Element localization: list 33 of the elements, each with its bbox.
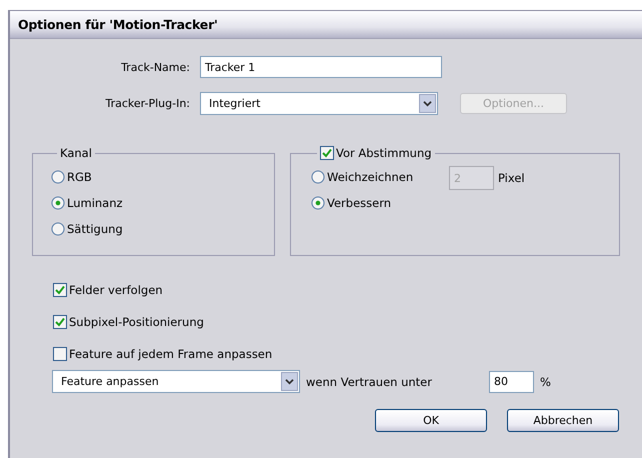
- group-title: Kanal: [59, 146, 93, 160]
- ok-button[interactable]: OK: [375, 409, 487, 432]
- dropdown[interactable]: Feature anpassen: [52, 370, 300, 393]
- checkbox[interactable]: [320, 146, 334, 160]
- option-label: RGB: [67, 170, 92, 184]
- radio-button[interactable]: [311, 170, 325, 184]
- window-title: Optionen für 'Motion-Tracker': [10, 11, 642, 39]
- radio-button[interactable]: [51, 170, 65, 184]
- radio-button[interactable]: [51, 222, 65, 236]
- checkbox[interactable]: [53, 346, 67, 360]
- checkbox[interactable]: [53, 282, 67, 296]
- input-field[interactable]: Tracker 1: [200, 56, 442, 78]
- condition-label: wenn Vertrauen unter: [306, 374, 433, 388]
- cancel-button[interactable]: Abbrechen: [507, 409, 619, 432]
- group-title: Vor Abstimmung: [336, 146, 432, 160]
- unit-label: %: [540, 374, 551, 388]
- checkbox-label: Feature auf jedem Frame anpassen: [69, 346, 272, 360]
- option-label: Luminanz: [67, 196, 123, 210]
- field-label: Track-Name:: [120, 60, 191, 74]
- caret-icon[interactable]: [419, 94, 436, 113]
- checkbox-label: Subpixel-Positionierung: [69, 314, 204, 328]
- dropdown[interactable]: Integriert: [200, 92, 438, 115]
- checkbox-label: Felder verfolgen: [69, 282, 163, 296]
- radio-button[interactable]: [51, 196, 65, 210]
- input-field[interactable]: 80: [489, 370, 534, 392]
- radio-button[interactable]: [311, 196, 325, 210]
- option-label: Weichzeichnen: [327, 170, 414, 184]
- caret-icon[interactable]: [281, 372, 298, 391]
- option-label: Verbessern: [327, 196, 392, 210]
- option-label: Sättigung: [67, 222, 123, 236]
- checkbox[interactable]: [53, 314, 67, 328]
- unit-label: Pixel: [498, 171, 525, 185]
- field-label: Tracker-Plug-In:: [104, 97, 191, 110]
